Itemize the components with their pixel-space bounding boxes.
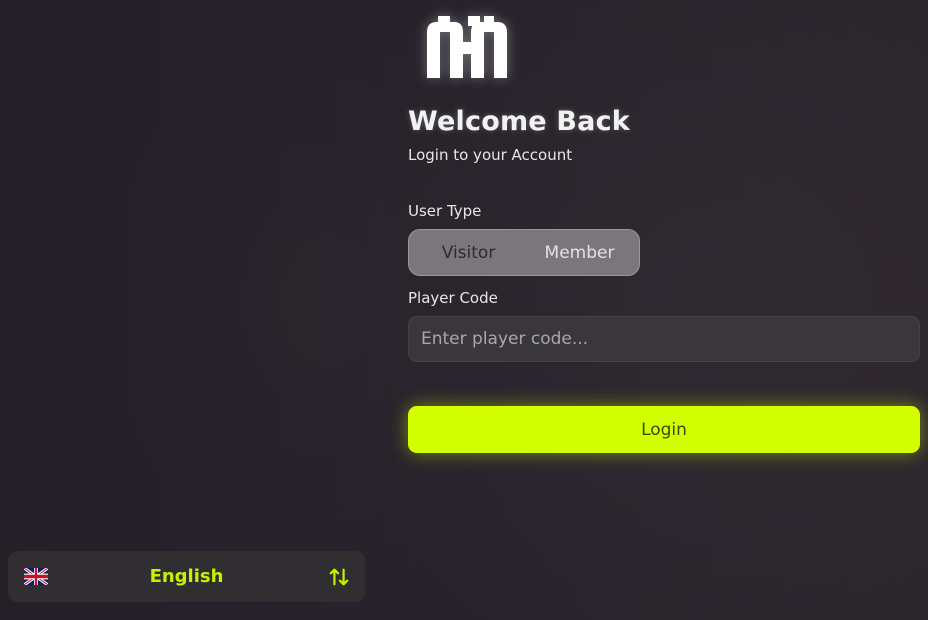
page-subtitle: Login to your Account [408, 146, 573, 164]
user-type-label: User Type [408, 202, 482, 220]
user-type-visitor-option[interactable]: Visitor [413, 230, 524, 275]
page-title: Welcome Back [408, 106, 630, 137]
player-code-field [408, 316, 920, 362]
user-type-toggle: Visitor Member [408, 229, 640, 276]
player-code-input[interactable] [409, 317, 919, 361]
login-screen: Welcome Back Login to your Account User … [0, 0, 928, 620]
player-code-label: Player Code [408, 289, 498, 307]
user-type-member-option[interactable]: Member [524, 230, 635, 275]
m-logo-icon [427, 16, 507, 78]
login-button[interactable]: Login [408, 406, 920, 453]
language-selector[interactable]: English [8, 551, 365, 602]
language-label: English [149, 566, 224, 587]
swap-vertical-icon [329, 568, 349, 586]
